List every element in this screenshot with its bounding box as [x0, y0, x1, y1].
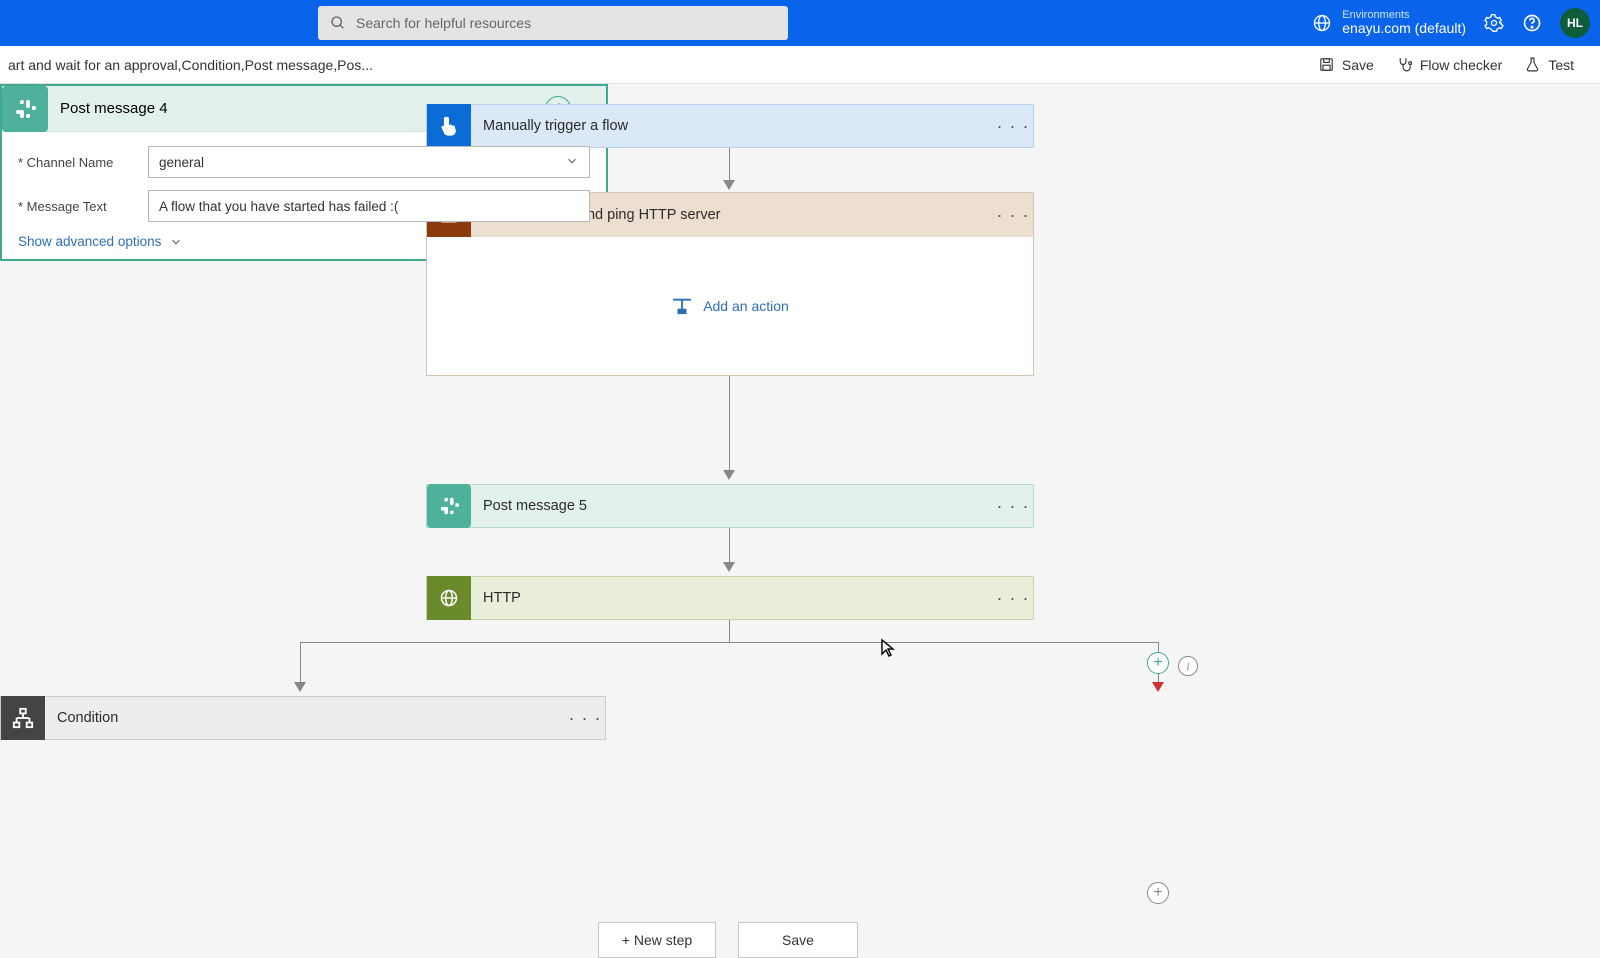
flow-checker-button[interactable]: Flow checker: [1396, 56, 1502, 73]
slack-icon: [427, 484, 471, 528]
condition-icon: [1, 696, 45, 740]
flow-canvas[interactable]: Manually trigger a flow · · · Post messa…: [0, 84, 1600, 900]
topbar: Search for helpful resources Environment…: [0, 0, 1600, 46]
globe-icon: [427, 576, 471, 620]
avatar[interactable]: HL: [1560, 8, 1590, 38]
connector: [300, 642, 1158, 643]
pm5-title: Post message 5: [471, 498, 993, 514]
add-step-button[interactable]: +: [1147, 882, 1169, 904]
slack-icon: [2, 86, 48, 132]
http-card[interactable]: HTTP · · ·: [426, 576, 1034, 620]
environment-picker[interactable]: Environments enayu.com (default): [1312, 9, 1466, 36]
add-action-button[interactable]: Add an action: [427, 237, 1033, 375]
chevron-down-icon: [169, 235, 183, 249]
channel-name-select[interactable]: general: [148, 146, 590, 178]
command-bar: art and wait for an approval,Condition,P…: [0, 46, 1600, 84]
post-message-5-card[interactable]: Post message 5 · · ·: [426, 484, 1034, 528]
arrow-icon: [723, 470, 735, 480]
environment-value: enayu.com (default): [1342, 21, 1466, 36]
channel-name-label: Channel Name: [18, 155, 148, 170]
card-menu[interactable]: · · ·: [993, 205, 1033, 226]
new-step-button[interactable]: + New step: [598, 922, 716, 958]
touch-icon: [427, 104, 471, 148]
trigger-card[interactable]: Manually trigger a flow · · ·: [426, 104, 1034, 148]
connector: [729, 376, 730, 472]
arrow-icon: [294, 682, 306, 692]
save-button[interactable]: Save: [1318, 56, 1374, 73]
flask-icon: [1524, 56, 1541, 73]
card-menu[interactable]: · · ·: [993, 116, 1033, 137]
add-branch-button[interactable]: +: [1147, 652, 1169, 674]
breadcrumb: art and wait for an approval,Condition,P…: [8, 57, 373, 73]
save-icon: [1318, 56, 1335, 73]
globe-icon: [1312, 13, 1332, 33]
connector: [729, 528, 730, 564]
connector: [300, 642, 301, 684]
card-menu[interactable]: · · ·: [993, 588, 1033, 609]
stethoscope-icon: [1396, 56, 1413, 73]
trigger-title: Manually trigger a flow: [471, 118, 993, 134]
arrow-icon: [1152, 682, 1164, 692]
http-title: HTTP: [471, 590, 993, 606]
help-icon[interactable]: [1522, 13, 1542, 33]
condition-title: Condition: [45, 710, 565, 726]
arrow-icon: [723, 180, 735, 190]
connector: [729, 148, 730, 182]
add-action-icon: [671, 297, 693, 315]
gear-icon[interactable]: [1484, 13, 1504, 33]
cursor-icon: [880, 638, 896, 663]
chevron-down-icon: [565, 154, 579, 171]
condition-card[interactable]: Condition · · ·: [0, 696, 606, 740]
search-placeholder: Search for helpful resources: [356, 15, 531, 31]
card-menu[interactable]: · · ·: [565, 708, 605, 729]
info-icon[interactable]: i: [1178, 656, 1198, 676]
arrow-icon: [723, 562, 735, 572]
search-input[interactable]: Search for helpful resources: [318, 6, 788, 40]
card-menu[interactable]: · · ·: [993, 496, 1033, 517]
search-icon: [330, 15, 346, 31]
message-text-input[interactable]: A flow that you have started has failed …: [148, 190, 590, 222]
message-text-label: Message Text: [18, 199, 148, 214]
test-button[interactable]: Test: [1524, 56, 1574, 73]
save-button[interactable]: Save: [738, 922, 858, 958]
connector: [729, 620, 730, 642]
